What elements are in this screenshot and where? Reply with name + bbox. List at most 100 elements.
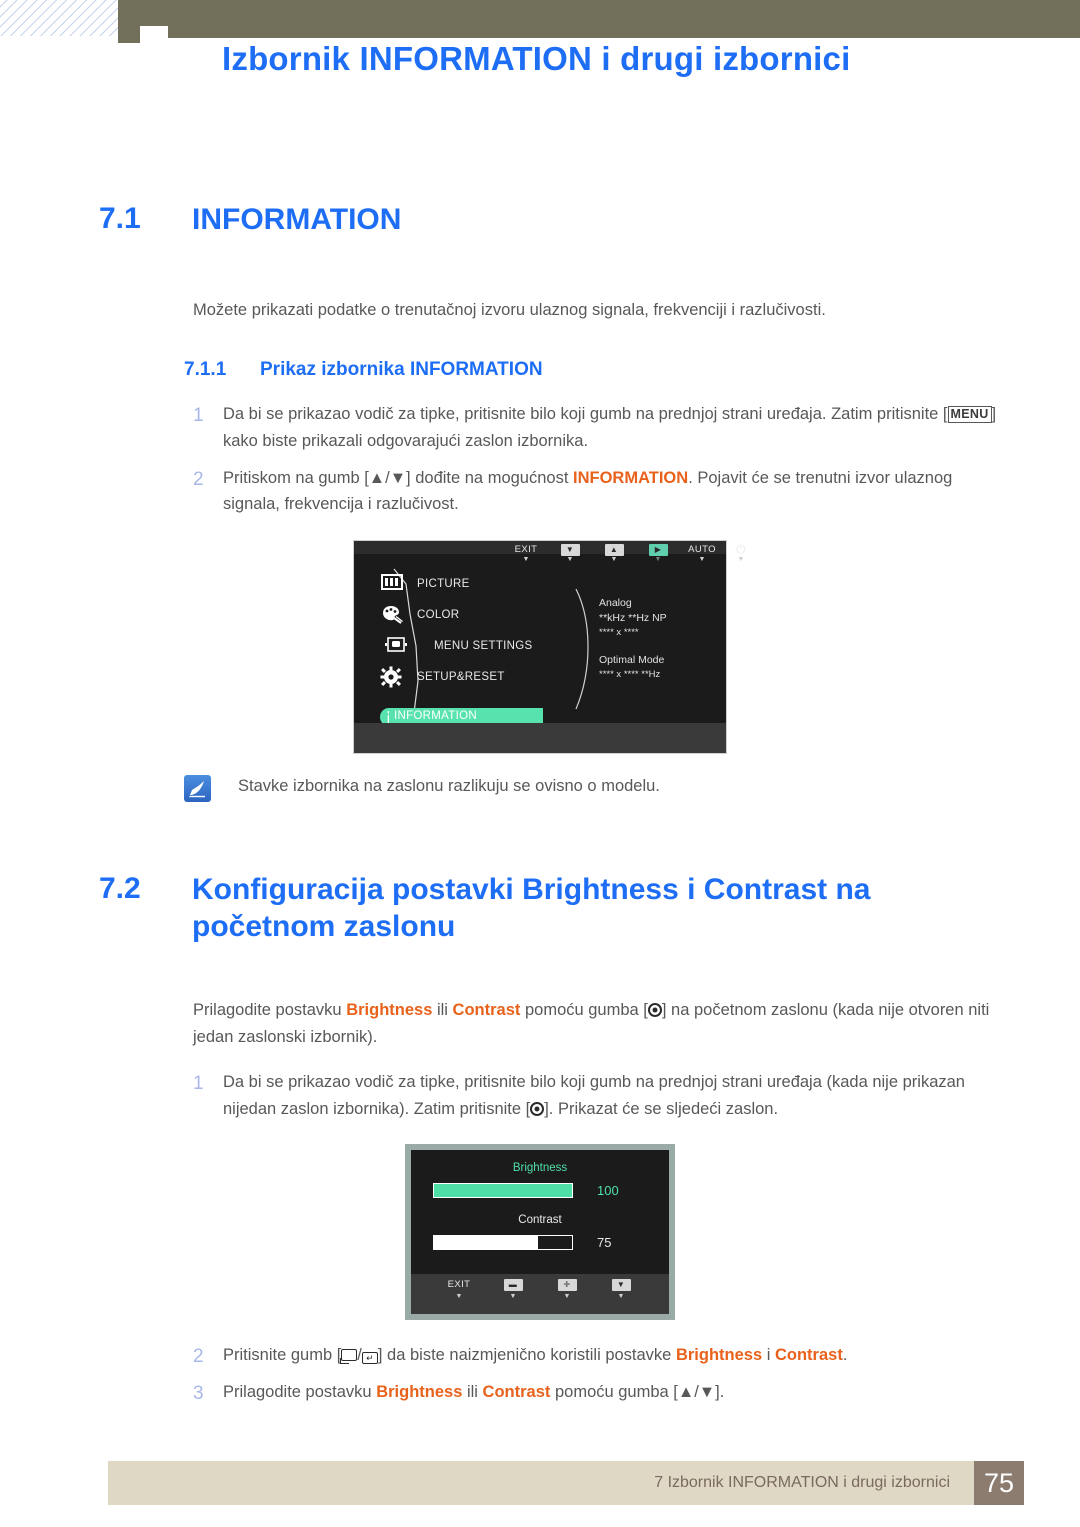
step-number: 1 xyxy=(193,405,204,427)
page-title: Izbornik INFORMATION i drugi izbornici xyxy=(222,40,851,77)
heading-7-1-number: 7.1 xyxy=(99,202,141,235)
step-text: Da bi se prikazao vodič za tipke, pritis… xyxy=(223,401,1000,454)
caret-down-icon: ▼ xyxy=(566,556,574,564)
footer-page-number: 75 xyxy=(974,1461,1024,1505)
minus-icon: ▬ xyxy=(503,1279,523,1292)
step-text-part2: ] da biste naizmjenično koristili postav… xyxy=(377,1346,676,1365)
osd-button-label: AUTO xyxy=(688,544,716,556)
caret-down-icon: ▼ xyxy=(610,556,618,564)
osd2-bottom-items: EXIT ▼ ▬ ▼ ✛ ▼ ▼ ▼ xyxy=(411,1274,669,1301)
return-button-icon: ↵ xyxy=(361,1352,378,1365)
intro-part1: Prilagodite postavku xyxy=(193,1001,347,1020)
osd-contrast-row: 75 xyxy=(411,1235,669,1251)
step-item: 1 Da bi se prikazao vodič za tipke, prit… xyxy=(193,1069,1000,1122)
caret-down-icon: ▼ xyxy=(617,1293,625,1301)
osd-info-panel: Analog **kHz **Hz NP **** x **** Optimal… xyxy=(599,596,667,682)
osd2-button-down[interactable]: ▼ ▼ xyxy=(594,1278,648,1301)
osd-button-enter[interactable]: ▶ ▼ xyxy=(636,543,680,564)
highlight-contrast: Contrast xyxy=(452,1001,521,1020)
osd-brightness-contrast-screenshot: Brightness 100 Contrast 75 EXIT ▼ ▬ ▼ ✛ … xyxy=(405,1144,675,1321)
osd-info-line1: Analog xyxy=(599,597,632,610)
heading-7-2-line1: Konfiguracija postavki Brightness i Cont… xyxy=(192,873,871,907)
page-footer: 7 Izbornik INFORMATION i drugi izbornici… xyxy=(108,1461,1080,1505)
step-item: 2 Pritiskom na gumb [▲/▼] dođite na mogu… xyxy=(193,465,1000,518)
step-text: Pritisnite gumb [/ ↵] da biste naizmjenič… xyxy=(223,1342,847,1373)
plus-icon: ✛ xyxy=(557,1279,577,1292)
caret-down-icon: ▼ xyxy=(698,556,706,564)
osd2-button-label: EXIT xyxy=(447,1279,471,1291)
heading-7-1-1-title: Prikaz izbornika INFORMATION xyxy=(260,359,543,381)
step-number: 2 xyxy=(193,468,204,490)
contrast-slider-fill xyxy=(434,1236,538,1250)
heading-7-2-number: 7.2 xyxy=(99,872,141,906)
osd-button-up[interactable]: ▲ ▼ xyxy=(592,543,636,564)
osd-button-auto[interactable]: AUTO ▼ xyxy=(680,543,724,564)
note-text: Stavke izbornika na zaslonu razlikuju se… xyxy=(238,777,660,796)
heading-7-1-1-number: 7.1.1 xyxy=(184,359,227,381)
power-icon: ⏻ xyxy=(736,542,746,557)
intro-part2: ili xyxy=(432,1001,453,1020)
heading-7-2-title: Konfiguracija postavki Brightness i Cont… xyxy=(192,872,870,945)
step-text-part4: . xyxy=(842,1346,848,1365)
step-text-part3: i xyxy=(762,1346,775,1365)
osd-info-line5: **** x **** **Hz xyxy=(599,669,661,681)
enter-button-icon xyxy=(530,1101,545,1116)
step-text-part1: Pritisnite gumb [ xyxy=(223,1346,342,1365)
highlight-brightness: Brightness xyxy=(675,1346,763,1365)
osd-menu-item-setup-reset[interactable]: SETUP&RESET xyxy=(380,661,595,692)
osd-button-label: EXIT xyxy=(514,544,538,556)
osd-menu-label-information: INFORMATION xyxy=(394,710,477,723)
heading-7-2-line2: početnom zaslonu xyxy=(192,909,456,943)
osd-bottom-items: EXIT ▼ ▼ ▼ ▲ ▼ ▶ ▼ AUTO ▼ ⏻ ▼ xyxy=(504,543,758,564)
osd-menu-item-picture[interactable]: PICTURE xyxy=(380,568,595,599)
note-block: Stavke izbornika na zaslonu razlikuju se… xyxy=(184,774,1080,803)
osd-info-line3: **** x **** xyxy=(599,627,639,638)
osd2-button-minus[interactable]: ▬ ▼ xyxy=(486,1278,540,1301)
osd-information-screenshot: PICTURE COLOR MENU SETTINGS SETUP&RESET … xyxy=(353,540,746,755)
brightness-value: 100 xyxy=(597,1183,619,1199)
osd-menu-label: MENU SETTINGS xyxy=(434,639,533,652)
step-text-part1: Pritiskom na gumb [▲/▼] dođite na mogućn… xyxy=(223,468,573,487)
step-text-part2: ]. Prikazat će se sljedeći zaslon. xyxy=(544,1099,779,1118)
caret-down-icon: ▼ xyxy=(654,556,662,564)
step-item: 1 Da bi se prikazao vodič za tipke, prit… xyxy=(193,401,1000,454)
gear-icon xyxy=(380,666,404,688)
step-text-part1: Da bi se prikazao vodič za tipke, pritis… xyxy=(223,405,948,424)
enter-button-icon xyxy=(647,1003,662,1018)
highlight-brightness: Brightness xyxy=(346,1001,433,1020)
page-header: Izbornik INFORMATION i drugi izbornici xyxy=(0,0,1080,118)
up-arrow-icon: ▲ xyxy=(604,544,624,557)
osd-menu-label: COLOR xyxy=(417,608,460,621)
brightness-slider-fill xyxy=(434,1184,572,1198)
step-text-part3: pomoću gumba [▲/▼]. xyxy=(550,1383,725,1402)
osd2-button-exit[interactable]: EXIT ▼ xyxy=(432,1278,486,1301)
highlight-brightness: Brightness xyxy=(376,1383,463,1402)
osd-menu-item-color[interactable]: COLOR xyxy=(380,599,595,630)
osd-menu-label: SETUP&RESET xyxy=(417,670,505,683)
step-item: 2 Pritisnite gumb [/ ↵] da biste naizmjen… xyxy=(193,1342,1000,1373)
footer-text: 7 Izbornik INFORMATION i drugi izbornici xyxy=(654,1474,950,1491)
header-notch-tab xyxy=(118,26,140,43)
step-number: 1 xyxy=(193,1072,204,1094)
contrast-slider[interactable] xyxy=(433,1235,573,1251)
osd-brightness-row: 100 xyxy=(411,1183,669,1199)
osd-contrast-label: Contrast xyxy=(518,1214,562,1227)
picture-icon xyxy=(380,573,404,595)
osd-menu-list: PICTURE COLOR MENU SETTINGS SETUP&RESET xyxy=(380,568,595,692)
highlight-contrast: Contrast xyxy=(774,1346,843,1365)
osd-button-down[interactable]: ▼ ▼ xyxy=(548,543,592,564)
osd-info-line4: Optimal Mode xyxy=(599,654,665,667)
osd-menu-item-menu-settings[interactable]: MENU SETTINGS xyxy=(380,630,595,661)
note-pen-icon xyxy=(184,775,211,803)
osd-button-exit[interactable]: EXIT ▼ xyxy=(504,543,548,564)
down-arrow-icon: ▼ xyxy=(611,1279,631,1292)
heading-7-2: 7.2 Konfiguracija postavki Brightness i … xyxy=(99,872,1080,945)
osd2-button-plus[interactable]: ✛ ▼ xyxy=(540,1278,594,1301)
brightness-slider[interactable] xyxy=(433,1183,573,1199)
step-number: 2 xyxy=(193,1346,204,1368)
osd-menu-label: PICTURE xyxy=(417,577,470,590)
caret-down-icon: ▼ xyxy=(455,1293,463,1301)
osd-button-power[interactable]: ⏻ ▼ xyxy=(724,543,758,564)
highlight-information: INFORMATION xyxy=(573,468,689,487)
contrast-value: 75 xyxy=(597,1235,612,1251)
